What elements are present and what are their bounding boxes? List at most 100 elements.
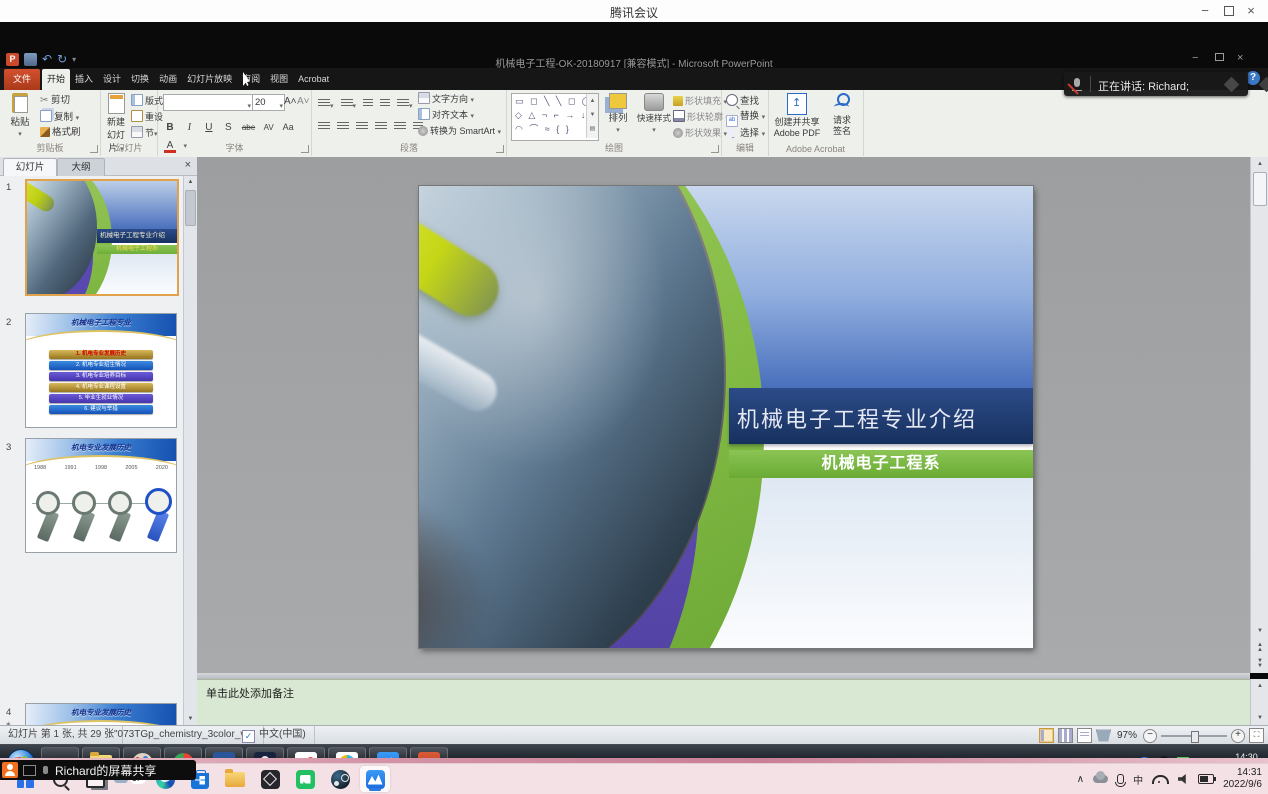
underline-button[interactable]: U bbox=[203, 122, 215, 133]
slide-thumbnail-2[interactable]: 机械电子工程专业 1. 机电专业发展历史 2. 机电专业招生情况 3. 机电专业… bbox=[25, 313, 177, 428]
zoom-in-button[interactable]: + bbox=[1231, 729, 1245, 743]
find-button[interactable]: 查找 bbox=[726, 94, 759, 108]
distribute-button[interactable] bbox=[394, 118, 406, 136]
notes-scrollbar[interactable]: ▲ ▼ bbox=[1250, 679, 1268, 725]
taskbar-item-file-explorer[interactable] bbox=[220, 766, 250, 792]
slide-thumbnail-3[interactable]: 机电专业发展历史 19881991199820052020 bbox=[25, 438, 177, 553]
scroll-up-button[interactable]: ▲ bbox=[184, 176, 197, 188]
shadow-button[interactable]: S bbox=[222, 122, 234, 133]
ime-indicator[interactable]: 中 bbox=[1133, 772, 1143, 787]
battery-icon[interactable] bbox=[1198, 774, 1214, 784]
zoom-slider-thumb[interactable] bbox=[1191, 731, 1199, 743]
taskbar-item-dev-box[interactable] bbox=[255, 766, 285, 792]
meeting-minimize-button[interactable]: − bbox=[1194, 3, 1216, 19]
cut-button[interactable]: ✂ 剪切 bbox=[40, 94, 70, 108]
screen-share-pill[interactable]: Richard的屏幕共享 bbox=[0, 760, 196, 780]
zoom-out-button[interactable]: − bbox=[1143, 729, 1157, 743]
slide-canvas[interactable]: 机械电子工程专业介绍 机械电子工程系 bbox=[419, 186, 1033, 648]
create-share-pdf-button[interactable]: 创建并共享Adobe PDF bbox=[772, 93, 822, 139]
paste-button[interactable]: 粘贴 ▾ bbox=[4, 93, 36, 139]
justify-button[interactable] bbox=[375, 118, 387, 136]
undo-button[interactable]: ↶ bbox=[42, 53, 52, 66]
arrange-button[interactable]: 排列▾ bbox=[603, 93, 633, 135]
grow-font-button[interactable]: A˄ bbox=[284, 96, 297, 107]
tab-view[interactable]: 视图 bbox=[265, 69, 293, 90]
select-button[interactable]: 选择 ▾ bbox=[726, 126, 765, 140]
local-clock[interactable]: 14:312022/9/6 bbox=[1223, 767, 1262, 791]
language-status[interactable]: ✓中文(中国) bbox=[234, 726, 315, 744]
redo-button[interactable]: ↻ bbox=[57, 53, 67, 66]
scrollbar-thumb[interactable] bbox=[1253, 172, 1267, 206]
previous-slide-button[interactable]: ▲▲ bbox=[1252, 641, 1268, 656]
ppt-minimize-button[interactable]: − bbox=[1192, 53, 1198, 64]
bullets-button[interactable]: ▾ bbox=[318, 95, 334, 113]
shape-effects-button[interactable]: 形状效果 ▾ bbox=[673, 126, 727, 140]
section-button[interactable]: 节▾ bbox=[131, 126, 158, 140]
change-case-button[interactable]: Aa bbox=[282, 122, 294, 132]
thumbnails-scrollbar[interactable]: ▲ ▼ bbox=[183, 176, 197, 725]
fit-to-window-button[interactable]: ⛶ bbox=[1249, 728, 1264, 743]
font-name-combo[interactable]: ▾ bbox=[163, 94, 253, 111]
scroll-down-button[interactable]: ▼ bbox=[184, 713, 197, 725]
tab-acrobat[interactable]: Acrobat bbox=[293, 69, 334, 90]
shape-outline-button[interactable]: 形状轮廓 ▾ bbox=[673, 110, 729, 124]
decrease-indent-button[interactable] bbox=[363, 95, 373, 113]
taskbar-item-tencent-meeting[interactable] bbox=[360, 766, 390, 792]
zoom-slider[interactable] bbox=[1161, 735, 1227, 737]
shrink-font-button[interactable]: A˅ bbox=[297, 96, 310, 107]
shapes-gallery-scroll[interactable]: ▲▼▤ bbox=[586, 94, 598, 138]
text-direction-button[interactable]: 文字方向 ▾ bbox=[418, 92, 474, 106]
tab-insert[interactable]: 插入 bbox=[70, 69, 98, 90]
request-signature-button[interactable]: 请求签名 bbox=[826, 93, 858, 137]
shape-fill-button[interactable]: 形状填充 ▾ bbox=[673, 94, 727, 108]
qat-dropdown-icon[interactable]: ▾ bbox=[72, 53, 76, 66]
meeting-close-button[interactable]: × bbox=[1240, 3, 1262, 19]
microphone-icon[interactable] bbox=[1117, 774, 1124, 784]
tab-design[interactable]: 设计 bbox=[98, 69, 126, 90]
slide-thumbnail-4[interactable]: 机电专业发展历史 bbox=[25, 703, 177, 725]
slideshow-view-button[interactable] bbox=[1096, 728, 1111, 743]
increase-indent-button[interactable] bbox=[380, 95, 390, 113]
next-slide-button[interactable]: ▼▼ bbox=[1252, 657, 1268, 672]
shapes-gallery[interactable]: ▭ ◻ ╲ ╲ ◻ ◯ ◇ △ ¬ ⌐ → ↓ ◠ ⌒ ≈ { } ▲▼▤ bbox=[511, 93, 599, 141]
copy-button[interactable]: 复制 ▾ bbox=[40, 110, 79, 124]
font-size-combo[interactable]: 20▾ bbox=[252, 94, 285, 111]
slide-sorter-view-button[interactable] bbox=[1058, 728, 1073, 743]
drawing-dialog-launcher[interactable] bbox=[711, 145, 719, 153]
align-center-button[interactable] bbox=[337, 118, 349, 136]
tab-slideshow[interactable]: 幻灯片放映 bbox=[182, 69, 237, 90]
align-right-button[interactable] bbox=[356, 118, 368, 136]
notes-pane[interactable]: 单击此处添加备注 bbox=[197, 679, 1250, 726]
editor-scrollbar[interactable]: ▲ ▼ ▲▲ ▼▼ bbox=[1250, 157, 1268, 673]
scroll-down-button[interactable]: ▼ bbox=[1251, 712, 1268, 724]
italic-button[interactable]: I bbox=[183, 122, 195, 133]
convert-smartart-button[interactable]: 转换为 SmartArt ▾ bbox=[418, 124, 501, 138]
ppt-close-button[interactable]: × bbox=[1237, 53, 1243, 64]
subtitle-banner[interactable]: 机械电子工程系 bbox=[729, 450, 1033, 478]
tab-outline[interactable]: 大纲 bbox=[57, 158, 105, 176]
reading-view-button[interactable] bbox=[1077, 728, 1092, 743]
strikethrough-button[interactable]: abe bbox=[242, 123, 255, 132]
align-left-button[interactable] bbox=[318, 118, 330, 136]
tab-animations[interactable]: 动画 bbox=[154, 69, 182, 90]
line-spacing-button[interactable]: ▾ bbox=[397, 95, 413, 113]
cloud-icon[interactable] bbox=[1093, 775, 1108, 783]
tray-chevron-up-icon[interactable]: ∧ bbox=[1077, 774, 1084, 785]
tab-transitions[interactable]: 切换 bbox=[126, 69, 154, 90]
align-text-button[interactable]: 对齐文本 ▾ bbox=[418, 108, 474, 122]
panel-close-button[interactable]: × bbox=[185, 159, 191, 171]
scroll-down-button[interactable]: ▼ bbox=[1252, 625, 1268, 638]
tab-slides-thumbnails[interactable]: 幻灯片 bbox=[3, 158, 57, 176]
font-dialog-launcher[interactable] bbox=[301, 145, 309, 153]
volume-icon[interactable] bbox=[1178, 774, 1189, 784]
taskbar-item-steam[interactable] bbox=[325, 766, 355, 792]
meeting-maximize-button[interactable] bbox=[1218, 3, 1240, 19]
tab-review[interactable]: 审阅 bbox=[237, 69, 265, 90]
paragraph-dialog-launcher[interactable] bbox=[496, 145, 504, 153]
format-painter-button[interactable]: 格式刷 bbox=[40, 126, 81, 140]
replace-button[interactable]: ab替换 ▾ bbox=[726, 110, 765, 124]
scroll-up-button[interactable]: ▲ bbox=[1251, 680, 1268, 692]
ppt-restore-button[interactable] bbox=[1215, 53, 1224, 64]
normal-view-button[interactable] bbox=[1039, 728, 1054, 743]
numbering-button[interactable]: ▾ bbox=[341, 95, 357, 113]
